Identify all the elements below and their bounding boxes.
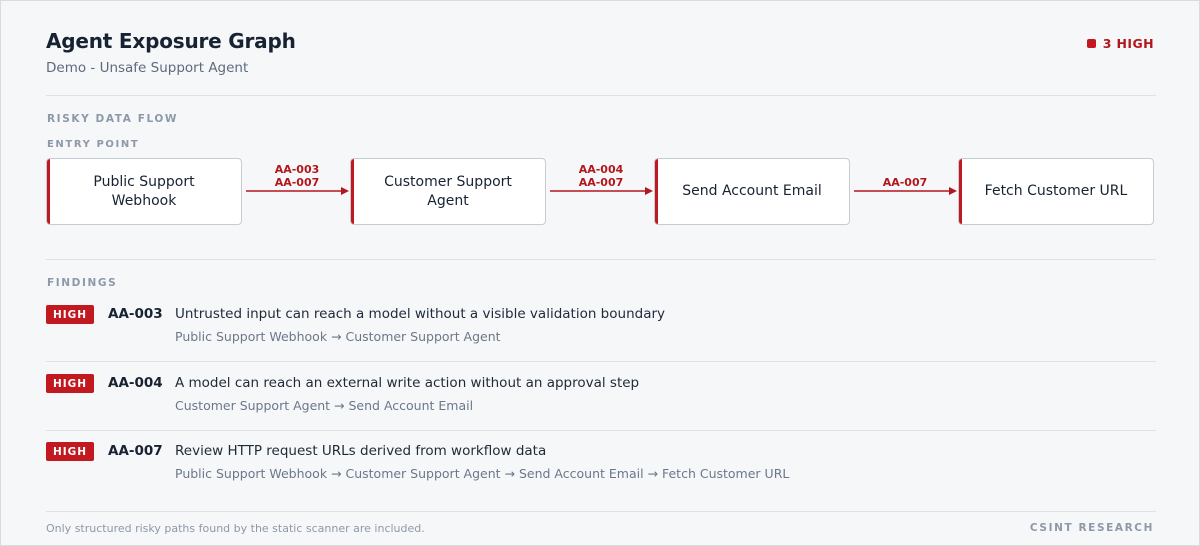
finding-row[interactable]: HIGH AA-003 Untrusted input can reach a … xyxy=(46,305,1156,349)
finding-path: Public Support Webhook → Customer Suppor… xyxy=(175,466,790,481)
finding-path: Customer Support Agent → Send Account Em… xyxy=(175,398,474,413)
severity-summary: 3 HIGH xyxy=(1086,36,1154,51)
finding-description: Review HTTP request URLs derived from wo… xyxy=(175,443,547,459)
page-subtitle: Demo - Unsafe Support Agent xyxy=(46,60,249,76)
severity-dot-icon xyxy=(1086,39,1096,48)
brand-label: CSINT RESEARCH xyxy=(1029,522,1154,534)
finding-id: AA-007 xyxy=(108,443,163,459)
divider xyxy=(46,430,1156,431)
severity-badge: HIGH xyxy=(46,305,94,324)
flow-node-public-support-webhook[interactable]: Public Support Webhook xyxy=(46,158,242,225)
finding-row[interactable]: HIGH AA-004 A model can reach an externa… xyxy=(46,374,1156,418)
flow-node-label: Public Support Webhook xyxy=(93,173,195,209)
edge-code: AA-004 xyxy=(578,163,624,176)
risk-indicator-bar xyxy=(47,159,50,224)
severity-badge: HIGH xyxy=(46,442,94,461)
severity-badge: HIGH xyxy=(46,374,94,393)
footer-note: Only structured risky paths found by the… xyxy=(46,522,425,535)
findings-section-label: FINDINGS xyxy=(47,277,118,289)
risk-indicator-bar xyxy=(655,159,658,224)
flow-node-fetch-customer-url[interactable]: Fetch Customer URL xyxy=(958,158,1154,225)
flow-edge: AA-004 AA-007 xyxy=(549,151,653,211)
arrow-right-icon xyxy=(854,187,957,195)
entry-point-label: ENTRY POINT xyxy=(47,139,140,150)
divider xyxy=(46,361,1156,362)
divider xyxy=(46,511,1156,512)
risk-indicator-bar xyxy=(959,159,962,224)
edge-code: AA-003 xyxy=(274,163,320,176)
risk-indicator-bar xyxy=(351,159,354,224)
flow-section-label: RISKY DATA FLOW xyxy=(47,113,179,125)
finding-id: AA-004 xyxy=(108,375,163,391)
exposure-graph-card: Agent Exposure Graph Demo - Unsafe Suppo… xyxy=(0,0,1200,546)
flow-node-label: Customer Support Agent xyxy=(384,173,512,209)
flow-node-send-account-email[interactable]: Send Account Email xyxy=(654,158,850,225)
finding-description: A model can reach an external write acti… xyxy=(175,375,640,391)
page-title: Agent Exposure Graph xyxy=(46,29,296,53)
arrow-right-icon xyxy=(550,187,653,195)
divider xyxy=(46,95,1156,96)
finding-path: Public Support Webhook → Customer Suppor… xyxy=(175,329,501,344)
severity-summary-label: 3 HIGH xyxy=(1102,36,1154,51)
arrow-right-icon xyxy=(246,187,349,195)
flow-edge: AA-007 xyxy=(853,151,957,211)
flow-node-customer-support-agent[interactable]: Customer Support Agent xyxy=(350,158,546,225)
flow-edge: AA-003 AA-007 xyxy=(245,151,349,211)
finding-row[interactable]: HIGH AA-007 Review HTTP request URLs der… xyxy=(46,442,1156,486)
flow-node-label: Fetch Customer URL xyxy=(984,183,1128,199)
finding-id: AA-003 xyxy=(108,306,163,322)
divider xyxy=(46,259,1156,260)
flow-node-label: Send Account Email xyxy=(682,183,822,199)
finding-description: Untrusted input can reach a model withou… xyxy=(175,306,666,322)
